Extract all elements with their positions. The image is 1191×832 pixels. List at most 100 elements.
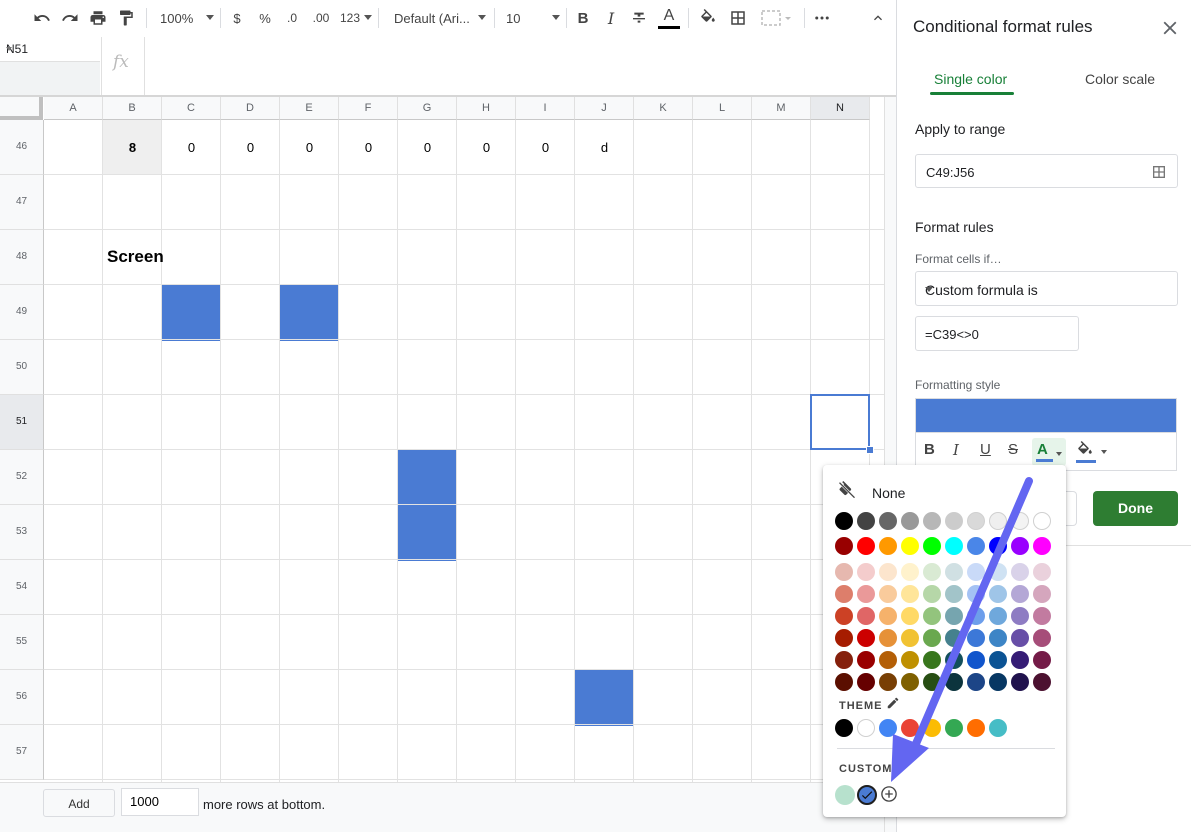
pencil-icon[interactable] <box>886 696 900 710</box>
row-header-50[interactable]: 50 <box>0 340 44 395</box>
more-formats-select[interactable]: 123 <box>336 0 374 36</box>
select-all-corner[interactable] <box>0 97 43 120</box>
decrease-decimals-button[interactable]: .0 <box>280 0 304 36</box>
custom-formula-input[interactable]: =C39<>0 <box>915 316 1079 351</box>
palette-color-swatch[interactable] <box>835 651 853 669</box>
custom-color-selected[interactable] <box>857 785 877 805</box>
undo-icon[interactable] <box>30 0 54 36</box>
style-text-color-button[interactable]: A <box>1032 438 1066 466</box>
merge-cells-icon[interactable] <box>756 0 796 36</box>
palette-color-swatch[interactable] <box>945 512 963 530</box>
column-header-j[interactable]: J <box>575 97 634 120</box>
palette-color-swatch[interactable] <box>835 585 853 603</box>
palette-color-swatch[interactable] <box>857 673 875 691</box>
fill-handle[interactable] <box>866 446 874 454</box>
theme-color-swatch[interactable] <box>879 719 897 737</box>
row-header-56[interactable]: 56 <box>0 670 44 725</box>
highlighted-cell[interactable] <box>575 670 634 726</box>
palette-color-swatch[interactable] <box>989 651 1007 669</box>
palette-color-swatch[interactable] <box>879 607 897 625</box>
cell-e46[interactable]: 0 <box>280 120 339 175</box>
palette-color-swatch[interactable] <box>967 673 985 691</box>
column-header-g[interactable]: G <box>398 97 457 120</box>
column-header-c[interactable]: C <box>162 97 221 120</box>
selected-cell-outline[interactable] <box>810 394 870 450</box>
column-header-i[interactable]: I <box>516 97 575 120</box>
row-header-48[interactable]: 48 <box>0 230 44 285</box>
palette-color-swatch[interactable] <box>989 537 1007 555</box>
palette-color-swatch[interactable] <box>835 607 853 625</box>
style-underline-button[interactable]: U <box>980 441 991 458</box>
palette-color-swatch[interactable] <box>879 537 897 555</box>
row-header-47[interactable]: 47 <box>0 175 44 230</box>
cell-b48-screen-label[interactable]: Screen <box>107 247 164 267</box>
palette-color-swatch[interactable] <box>1033 607 1051 625</box>
palette-color-swatch[interactable] <box>989 563 1007 581</box>
palette-color-swatch[interactable] <box>945 607 963 625</box>
palette-color-swatch[interactable] <box>945 563 963 581</box>
palette-color-swatch[interactable] <box>923 607 941 625</box>
column-header-h[interactable]: H <box>457 97 516 120</box>
name-box[interactable]: N51 <box>0 37 100 62</box>
range-input[interactable]: C49:J56 <box>915 154 1178 188</box>
palette-color-swatch[interactable] <box>967 537 985 555</box>
percent-button[interactable]: % <box>254 0 276 36</box>
palette-color-swatch[interactable] <box>989 673 1007 691</box>
palette-color-swatch[interactable] <box>989 512 1007 530</box>
cell-i46[interactable]: 0 <box>516 120 575 175</box>
more-options-icon[interactable] <box>810 0 834 36</box>
theme-color-swatch[interactable] <box>967 719 985 737</box>
fill-color-icon[interactable] <box>696 0 720 36</box>
palette-color-swatch[interactable] <box>857 629 875 647</box>
palette-color-swatch[interactable] <box>967 512 985 530</box>
palette-color-swatch[interactable] <box>1011 629 1029 647</box>
highlighted-cell[interactable] <box>280 285 339 341</box>
palette-color-swatch[interactable] <box>923 512 941 530</box>
palette-color-swatch[interactable] <box>857 607 875 625</box>
palette-color-swatch[interactable] <box>1033 563 1051 581</box>
palette-color-swatch[interactable] <box>1011 537 1029 555</box>
collapse-toolbar-icon[interactable] <box>866 0 890 36</box>
currency-button[interactable]: $ <box>226 0 248 36</box>
done-button[interactable]: Done <box>1093 491 1178 526</box>
cell-d46[interactable]: 0 <box>221 120 280 175</box>
cell-b46[interactable]: 8 <box>103 120 162 175</box>
style-strikethrough-button[interactable]: S <box>1008 441 1018 458</box>
palette-color-swatch[interactable] <box>901 673 919 691</box>
paint-format-icon[interactable] <box>114 0 138 36</box>
palette-color-swatch[interactable] <box>835 629 853 647</box>
palette-color-swatch[interactable] <box>923 651 941 669</box>
palette-color-swatch[interactable] <box>901 651 919 669</box>
palette-color-swatch[interactable] <box>945 537 963 555</box>
zoom-select[interactable]: 100% <box>156 0 218 36</box>
palette-color-swatch[interactable] <box>901 537 919 555</box>
text-color-button[interactable]: A <box>657 0 681 36</box>
palette-color-swatch[interactable] <box>923 585 941 603</box>
bold-button[interactable]: B <box>572 0 594 36</box>
cell-h46[interactable]: 0 <box>457 120 516 175</box>
palette-color-swatch[interactable] <box>835 537 853 555</box>
palette-color-swatch[interactable] <box>1033 537 1051 555</box>
palette-color-swatch[interactable] <box>967 629 985 647</box>
palette-color-swatch[interactable] <box>923 673 941 691</box>
palette-color-swatch[interactable] <box>989 585 1007 603</box>
font-size-select[interactable]: 10 <box>502 0 564 36</box>
palette-color-swatch[interactable] <box>967 607 985 625</box>
tab-color-scale[interactable]: Color scale <box>1085 71 1155 87</box>
redo-icon[interactable] <box>58 0 82 36</box>
cell-g46[interactable]: 0 <box>398 120 457 175</box>
italic-button[interactable]: I <box>600 0 622 36</box>
palette-color-swatch[interactable] <box>835 512 853 530</box>
palette-color-swatch[interactable] <box>901 629 919 647</box>
palette-color-swatch[interactable] <box>1011 607 1029 625</box>
palette-color-swatch[interactable] <box>901 563 919 581</box>
palette-color-swatch[interactable] <box>879 651 897 669</box>
palette-color-swatch[interactable] <box>1033 629 1051 647</box>
row-header-55[interactable]: 55 <box>0 615 44 670</box>
palette-color-swatch[interactable] <box>967 563 985 581</box>
row-header-53[interactable]: 53 <box>0 505 44 560</box>
palette-color-swatch[interactable] <box>857 585 875 603</box>
select-range-icon[interactable] <box>1151 164 1167 180</box>
palette-color-swatch[interactable] <box>1033 512 1051 530</box>
column-header-a[interactable]: A <box>44 97 103 120</box>
